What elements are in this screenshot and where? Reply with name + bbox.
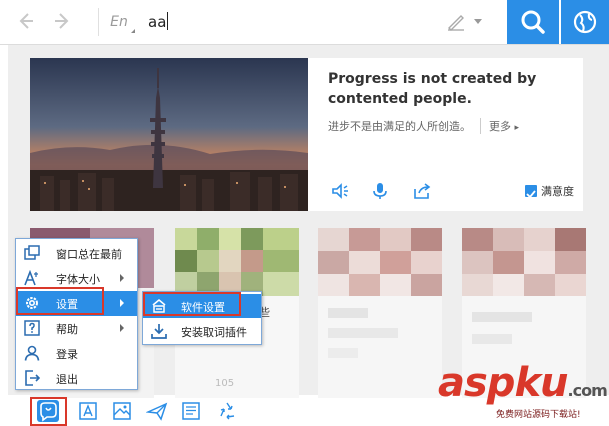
menu-item-label: 字体大小 [56,273,100,286]
watermark-text-b: ku [514,360,568,406]
submenu-item-install-plugin[interactable]: 安装取词插件 [143,319,261,343]
more-link[interactable]: 更多 ▸ [480,118,519,134]
watermark-text-c: .com [567,381,608,400]
paper-plane-icon [145,402,168,421]
recycle-button[interactable] [216,400,238,422]
search-icon [521,10,545,34]
chevron-right-icon: ▸ [514,123,520,133]
menu-item-label: 窗口总在最前 [56,248,122,261]
send-button[interactable] [145,400,168,422]
menu-item-label: 退出 [56,373,78,386]
submenu-item-label: 安装取词插件 [181,326,247,339]
help-icon [24,320,40,336]
dropdown-corner-icon [131,29,135,33]
microphone-icon [373,183,387,199]
menu-item-label: 帮助 [56,323,78,336]
handwrite-dropdown-icon[interactable] [474,19,482,24]
language-label: En [110,14,128,30]
satisfaction-checkbox[interactable] [525,185,537,199]
globe-icon [573,10,597,34]
highlight-frame-app-logo [30,397,67,426]
microphone-button[interactable] [370,181,390,201]
text-caret [167,12,168,30]
watermark-logo: aspku.com [438,360,608,406]
translate-doc-icon [182,402,200,420]
watermark-text-a: asp [438,360,515,406]
likes-count: 105 [215,378,235,389]
menu-item-help[interactable]: 帮助 [16,316,137,341]
font-size-icon [24,270,38,286]
quote-english: Progress is not created by contented peo… [328,71,537,107]
submenu-arrow-icon [120,299,124,307]
menu-item-login[interactable]: 登录 [16,341,137,366]
submenu-arrow-icon [120,274,124,282]
back-button[interactable] [14,10,36,32]
search-input[interactable] [148,10,438,34]
more-label: 更多 [489,120,511,133]
speaker-icon [332,183,348,199]
language-selector[interactable]: En [98,8,139,36]
globe-button[interactable] [561,0,609,44]
menu-item-always-on-top[interactable]: 窗口总在最前 [16,241,137,266]
image-translate-icon [113,402,131,420]
pixelated-image [318,228,442,398]
chevron-left-icon [19,13,33,29]
satisfaction-label: 满意度 [541,185,574,198]
menu-item-exit[interactable]: 退出 [16,366,137,391]
menu-item-label: 登录 [56,348,78,361]
checkmark-icon [526,190,536,199]
share-icon [414,183,431,199]
word-card-button[interactable] [77,400,99,422]
chevron-right-icon [55,13,69,29]
word-card-icon [79,402,97,420]
highlight-frame-software-settings [143,292,241,316]
share-button[interactable] [412,181,432,201]
translate-doc-button[interactable] [180,400,202,422]
exit-icon [25,370,40,386]
highlight-frame-settings [16,287,104,315]
window-pin-icon [24,245,40,260]
watermark-subtitle: 免费网站源码下载站! [496,410,581,420]
recycle-icon [220,402,235,420]
search-button[interactable] [507,0,559,44]
speaker-button[interactable] [330,181,350,201]
city-skyline-photo [30,58,308,211]
image-translate-button[interactable] [111,400,133,422]
handwrite-button[interactable] [446,12,466,32]
handwrite-pen-icon [448,15,464,31]
quote-chinese: 进步不是由满足的人所创造。 [328,120,471,133]
thumbnail-card[interactable] [318,228,442,398]
submenu-arrow-icon [120,324,124,332]
download-icon [151,324,167,339]
user-icon [24,345,40,361]
forward-button[interactable] [52,10,74,32]
